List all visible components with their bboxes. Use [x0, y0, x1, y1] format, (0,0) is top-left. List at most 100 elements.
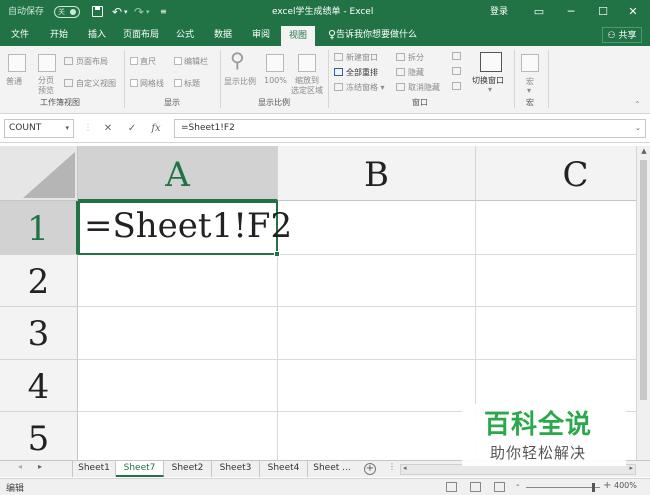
- collapse-ribbon-icon[interactable]: ⌃: [634, 100, 641, 109]
- cancel-button[interactable]: ✕: [98, 119, 118, 138]
- fill-handle[interactable]: [274, 251, 280, 257]
- zoom-100-button[interactable]: 100%: [264, 76, 287, 85]
- switch-windows-icon: [480, 52, 502, 72]
- column-header-c[interactable]: C: [476, 146, 636, 201]
- arrange-all-button[interactable]: 全部重排: [334, 67, 378, 78]
- unhide-button[interactable]: 取消隐藏: [396, 82, 440, 93]
- insert-function-button[interactable]: fx: [146, 119, 166, 138]
- zoom-slider-knob[interactable]: [592, 483, 595, 492]
- page-break-view-icon[interactable]: [494, 482, 505, 492]
- tab-insert[interactable]: 插入: [80, 24, 114, 46]
- tab-home[interactable]: 开始: [42, 24, 76, 46]
- ruler-checkbox[interactable]: 直尺: [130, 56, 156, 67]
- new-window-button[interactable]: 新建窗口: [334, 52, 378, 63]
- headings-checkbox[interactable]: 标题: [174, 78, 200, 89]
- zoom-button[interactable]: 显示比例: [224, 76, 256, 87]
- share-button[interactable]: ⚇ 共享: [602, 27, 642, 43]
- ribbon-separator: [220, 50, 221, 108]
- page-break-preview-label2: 预览: [38, 86, 54, 95]
- select-all-button[interactable]: [0, 146, 78, 201]
- zoom-in-button[interactable]: +: [603, 480, 611, 491]
- undo-dropdown-icon[interactable]: ▾: [124, 0, 128, 24]
- close-icon[interactable]: ✕: [618, 0, 648, 24]
- redo-icon[interactable]: ↷: [134, 0, 144, 24]
- prev-sheet-icon[interactable]: ◂: [18, 462, 22, 471]
- arrange-all-icon: [334, 68, 343, 76]
- status-bar: 编辑 - + 400%: [0, 478, 650, 495]
- tab-review[interactable]: 审阅: [244, 24, 278, 46]
- normal-view-icon[interactable]: [446, 482, 457, 492]
- tab-view[interactable]: 视图: [281, 26, 315, 46]
- customize-toolbar-icon[interactable]: ≡: [160, 0, 167, 24]
- workbook-views-group-label: 工作簿视图: [40, 98, 80, 107]
- row-header-5[interactable]: 5: [0, 412, 78, 460]
- column-header-b[interactable]: B: [278, 146, 476, 201]
- reset-position-icon[interactable]: [452, 82, 464, 91]
- save-icon[interactable]: [92, 6, 103, 17]
- custom-views-button[interactable]: 自定义视图: [64, 78, 116, 89]
- row-header-2[interactable]: 2: [0, 255, 78, 307]
- more-sheets-icon[interactable]: ⋮: [388, 462, 396, 471]
- custom-views-label: 自定义视图: [76, 79, 116, 88]
- scroll-right-icon[interactable]: ▸: [629, 464, 633, 472]
- view-side-by-side-icon[interactable]: [452, 52, 464, 61]
- redo-dropdown-icon[interactable]: ▾: [146, 0, 150, 24]
- row-header-4[interactable]: 4: [0, 360, 78, 412]
- vertical-scroll-thumb[interactable]: [640, 160, 647, 400]
- zoom-percent[interactable]: 400%: [614, 481, 637, 490]
- expand-formula-bar-icon[interactable]: ⌄: [635, 120, 641, 137]
- tab-page-layout[interactable]: 页面布局: [118, 24, 164, 46]
- status-mode: 编辑: [6, 484, 25, 494]
- sheet-tab[interactable]: Sheet1: [72, 461, 116, 477]
- page-layout-view-icon[interactable]: [470, 482, 481, 492]
- zoom-slider[interactable]: [526, 487, 600, 488]
- sheet-tab[interactable]: Sheet4: [260, 461, 308, 477]
- formula-bar-checkbox[interactable]: 编辑栏: [174, 56, 208, 67]
- tell-me-search[interactable]: 告诉我你想要做什么: [336, 24, 417, 46]
- arrange-all-label: 全部重排: [346, 68, 378, 77]
- scroll-left-icon[interactable]: ◂: [403, 464, 407, 472]
- freeze-panes-button[interactable]: 冻结窗格 ▾: [334, 82, 385, 93]
- formula-input[interactable]: =Sheet1!F2 ⌄: [174, 119, 646, 138]
- row-header-3[interactable]: 3: [0, 307, 78, 360]
- undo-icon[interactable]: ↶: [112, 0, 122, 24]
- hide-icon: [396, 68, 405, 76]
- maximize-icon[interactable]: ☐: [588, 0, 618, 24]
- hide-button[interactable]: 隐藏: [396, 67, 424, 78]
- gridline: [78, 306, 636, 307]
- gridlines-label: 网格线: [140, 79, 164, 88]
- headings-label: 标题: [184, 79, 200, 88]
- row-header-1[interactable]: 1: [0, 201, 78, 255]
- macros-group-label: 宏: [526, 98, 534, 107]
- gridlines-checkbox[interactable]: 网格线: [130, 78, 164, 89]
- name-box[interactable]: COUNT ▾: [4, 119, 74, 138]
- login-link[interactable]: 登录: [490, 0, 508, 24]
- enter-button[interactable]: ✓: [122, 119, 142, 138]
- sheet-tab[interactable]: Sheet ...: [308, 461, 356, 477]
- sheet-tab[interactable]: Sheet2: [164, 461, 212, 477]
- scroll-up-icon[interactable]: ▲: [637, 147, 650, 155]
- window-group-label: 窗口: [412, 98, 428, 107]
- normal-view-button[interactable]: 普通: [6, 76, 22, 87]
- tab-formulas[interactable]: 公式: [168, 24, 202, 46]
- tab-file[interactable]: 文件: [4, 24, 36, 46]
- ribbon-separator: [124, 50, 125, 108]
- vertical-scrollbar[interactable]: ▲: [636, 146, 650, 460]
- column-header-a[interactable]: A: [78, 146, 278, 201]
- autosave-toggle[interactable]: 关: [54, 6, 80, 18]
- side-by-side-icon: [452, 52, 461, 60]
- ribbon-display-icon[interactable]: ▭: [524, 0, 554, 24]
- add-sheet-button[interactable]: +: [364, 463, 376, 475]
- checkbox-icon: [174, 57, 182, 65]
- next-sheet-icon[interactable]: ▸: [38, 462, 42, 471]
- split-button[interactable]: 拆分: [396, 52, 424, 63]
- zoom-out-button[interactable]: -: [516, 480, 520, 491]
- minimize-icon[interactable]: ─: [556, 0, 586, 24]
- sync-scroll-icon[interactable]: [452, 67, 464, 76]
- more-options-icon[interactable]: ⋮: [78, 119, 98, 138]
- sheet-tab[interactable]: Sheet3: [212, 461, 260, 477]
- sheet-tab-active[interactable]: Sheet7: [116, 461, 164, 477]
- page-layout-view-button[interactable]: 页面布局: [64, 56, 108, 67]
- cell-a1-content: =Sheet1!F2: [84, 206, 293, 246]
- tab-data[interactable]: 数据: [206, 24, 240, 46]
